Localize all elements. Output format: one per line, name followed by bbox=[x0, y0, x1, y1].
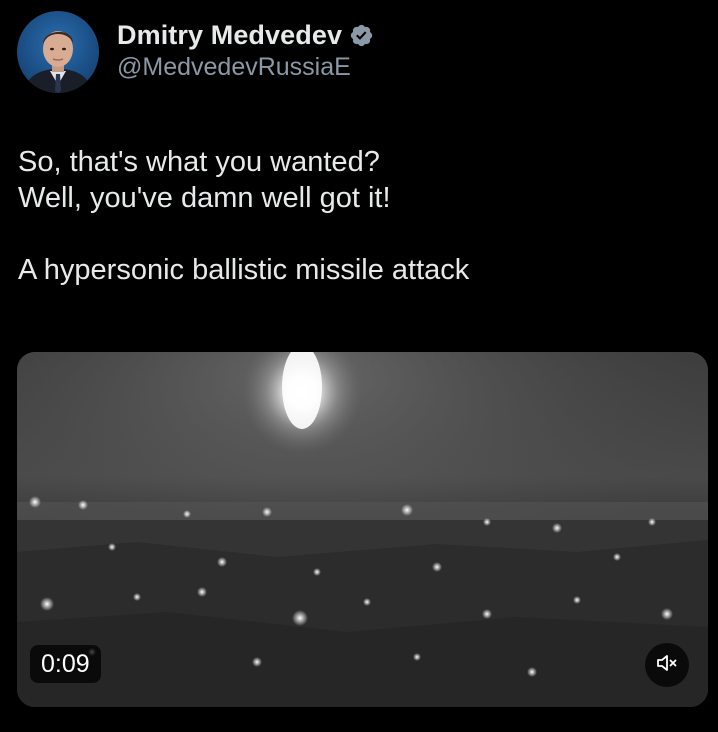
tweet-text-line: So, that's what you wanted? bbox=[18, 146, 380, 178]
video-duration-badge: 0:09 bbox=[30, 645, 101, 683]
tweet-text: So, that's what you wanted? Well, you've… bbox=[18, 144, 698, 288]
avatar[interactable] bbox=[17, 11, 99, 93]
author-handle[interactable]: @MedvedevRussiaE bbox=[117, 53, 351, 82]
video-player[interactable] bbox=[17, 352, 708, 707]
author-name-row: Dmitry Medvedev bbox=[117, 18, 374, 52]
author-display-name[interactable]: Dmitry Medvedev bbox=[117, 20, 342, 51]
speaker-muted-icon bbox=[655, 651, 679, 680]
mute-button[interactable] bbox=[645, 643, 689, 687]
verified-badge-icon bbox=[349, 23, 374, 48]
tweet-text-line: Well, you've damn well got it! bbox=[18, 182, 391, 214]
tweet-text-line: A hypersonic ballistic missile attack bbox=[18, 254, 470, 286]
